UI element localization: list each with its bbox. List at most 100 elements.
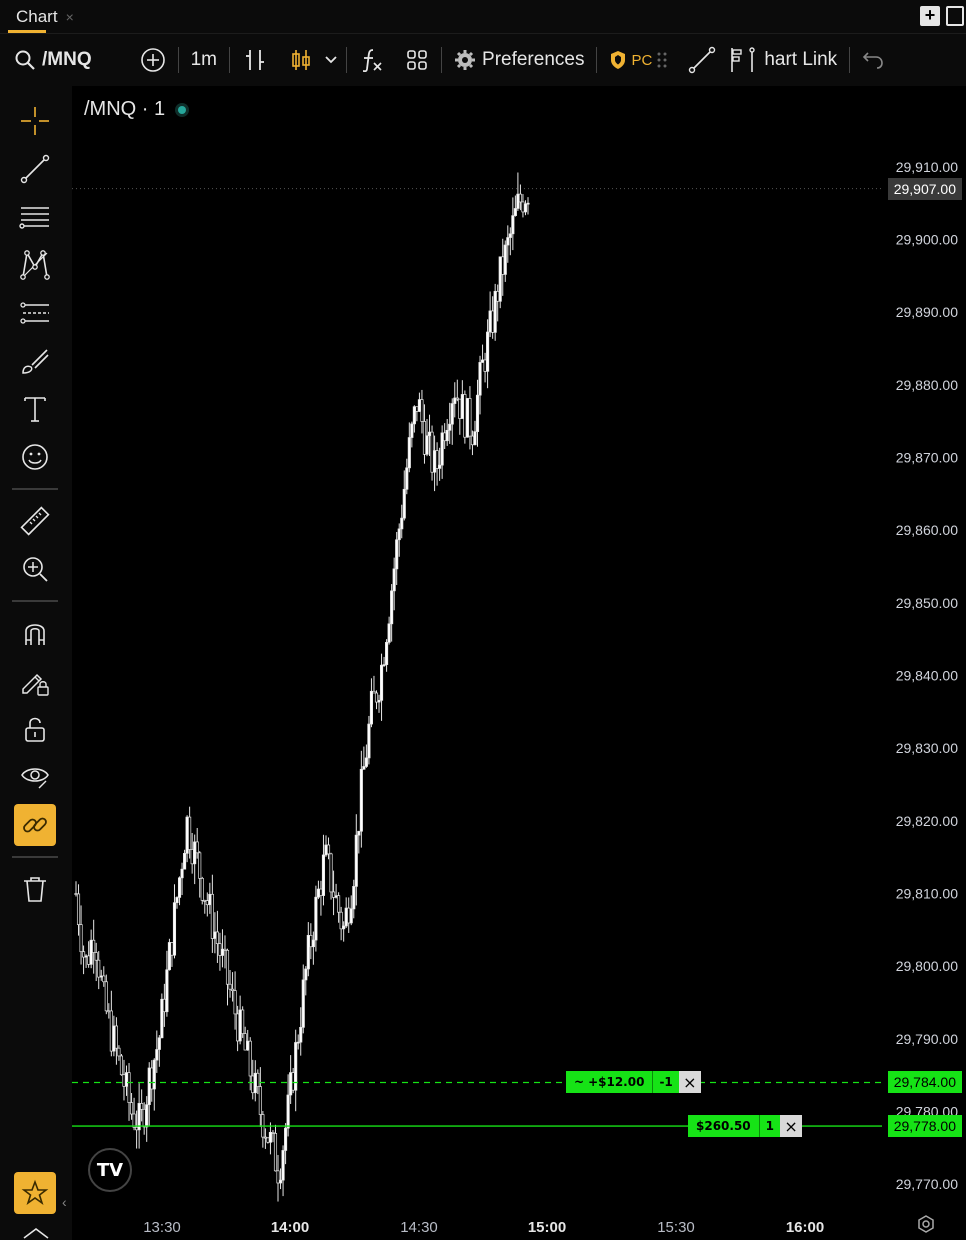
candle-body xyxy=(94,952,98,961)
zoom-tool[interactable] xyxy=(14,548,56,590)
fib-tool[interactable] xyxy=(14,196,56,238)
preferences-button[interactable]: Preferences xyxy=(444,34,594,86)
chart-link-button[interactable]: hart Link xyxy=(726,34,847,86)
symbol-search-button[interactable]: /MNQ xyxy=(10,34,102,86)
candle-body xyxy=(238,1009,242,1042)
candle-body xyxy=(299,1026,303,1043)
candle-body xyxy=(498,256,502,302)
measure-tool[interactable] xyxy=(14,500,56,542)
candle-body xyxy=(440,432,444,466)
grid-layout-icon xyxy=(407,50,427,70)
pencil-lock-icon xyxy=(22,673,49,696)
candle-body xyxy=(248,1040,252,1077)
candle-body xyxy=(281,1150,285,1181)
cancel-order-icon[interactable]: × xyxy=(678,1071,701,1094)
indicators-button[interactable] xyxy=(349,34,395,86)
text-tool[interactable] xyxy=(14,388,56,430)
tab-chart[interactable]: Chart × xyxy=(8,0,82,34)
x-tick-label: 15:00 xyxy=(528,1219,566,1236)
chart-type-dropdown[interactable] xyxy=(318,34,344,86)
collapse-sidebar-icon[interactable]: ‹ xyxy=(62,1194,67,1210)
candle-body xyxy=(445,429,449,442)
chevron-up-icon[interactable] xyxy=(22,1226,50,1240)
lock-all-tool[interactable] xyxy=(14,708,56,750)
add-tab-icon[interactable]: + xyxy=(920,6,940,26)
candle-body xyxy=(321,854,326,896)
candle-body xyxy=(397,528,401,541)
candle-body xyxy=(369,690,373,725)
emoji-tool[interactable] xyxy=(14,436,56,478)
compare-symbol-button[interactable] xyxy=(130,34,176,86)
candle-body xyxy=(417,399,421,412)
brush-tool[interactable] xyxy=(14,340,56,382)
candle-body xyxy=(130,1102,134,1115)
maximize-icon[interactable] xyxy=(946,6,964,26)
delete-tool[interactable] xyxy=(14,868,56,910)
y-tick-label: 29,860.00 xyxy=(896,522,958,538)
chart-link-label: hart Link xyxy=(764,49,838,70)
candle-body xyxy=(349,908,353,924)
y-tick-label: 29,820.00 xyxy=(896,813,958,829)
candle-body xyxy=(205,900,209,906)
candle-body xyxy=(84,955,88,958)
pc-button[interactable]: PC xyxy=(599,34,678,86)
tradingview-logo[interactable]: TV xyxy=(88,1148,132,1192)
candle-body xyxy=(112,1025,116,1052)
bar-style-button[interactable] xyxy=(232,34,278,86)
crosshair-icon xyxy=(21,107,49,135)
zoom-in-icon xyxy=(23,557,48,582)
toolbar-divider xyxy=(229,47,231,73)
candle-body xyxy=(170,942,174,956)
candle-body xyxy=(488,310,492,333)
drag-handle-icon[interactable]: ~ xyxy=(574,1075,584,1089)
interval-button[interactable]: 1m xyxy=(181,34,227,86)
trend-line-tool-button[interactable] xyxy=(678,34,726,86)
layout-button[interactable] xyxy=(395,34,439,86)
price-chart[interactable]: 29,910.00 29,900.00 29,890.00 29,880.00 29,8… xyxy=(72,86,966,1240)
plus-circle-icon xyxy=(140,48,165,72)
candle-body xyxy=(210,893,214,939)
pattern-tool[interactable] xyxy=(14,244,56,286)
order-pnl[interactable]: ~ +$12.00 xyxy=(566,1071,653,1094)
order-tag[interactable]: ~ +$12.00 -1 × xyxy=(566,1071,701,1094)
order-qty[interactable]: 1 xyxy=(758,1115,781,1138)
cancel-order-icon[interactable]: × xyxy=(780,1115,803,1138)
order-qty[interactable]: -1 xyxy=(652,1071,679,1094)
favorites-tool[interactable] xyxy=(14,1172,56,1214)
candle-body xyxy=(438,464,442,469)
candle-body xyxy=(286,1094,290,1129)
candle-body xyxy=(145,1104,149,1128)
legend-title: /MNQ · 1 xyxy=(84,98,166,120)
order-pnl[interactable]: $260.50 xyxy=(688,1115,759,1138)
toolbar-divider xyxy=(177,47,179,73)
link-tool[interactable] xyxy=(14,804,56,846)
preferences-label: Preferences xyxy=(482,49,585,70)
candle-body xyxy=(104,981,108,1012)
candle-body xyxy=(253,1072,257,1094)
tab-close-icon[interactable]: × xyxy=(66,9,74,25)
order-tag[interactable]: $260.50 1 × xyxy=(688,1115,803,1138)
candle-body xyxy=(493,290,497,333)
settings-icon[interactable] xyxy=(916,1214,936,1234)
candle-body xyxy=(470,435,474,446)
candle-body xyxy=(402,488,406,519)
candle-style-button[interactable] xyxy=(278,34,318,86)
lock-drawing-tool[interactable] xyxy=(14,660,56,702)
candle-body xyxy=(150,1067,154,1090)
chart-pane[interactable]: 29,910.00 29,900.00 29,890.00 29,880.00 29,8… xyxy=(72,86,966,1240)
chart-legend[interactable]: /MNQ · 1 xyxy=(84,98,190,121)
undo-button[interactable] xyxy=(852,34,894,86)
drag-handle-icon[interactable] xyxy=(656,51,668,69)
crosshair-tool[interactable] xyxy=(14,100,56,142)
candle-body xyxy=(160,998,164,1039)
top-toolbar: /MNQ 1m Preferences PC hart Link xyxy=(0,34,966,86)
trend-line-tool[interactable] xyxy=(14,148,56,190)
visibility-tool[interactable] xyxy=(14,756,56,798)
candle-body xyxy=(480,359,485,363)
candle-body xyxy=(339,911,343,930)
projection-tool[interactable] xyxy=(14,292,56,334)
candle-body xyxy=(200,878,204,901)
magnet-tool[interactable] xyxy=(14,612,56,654)
candle-body xyxy=(491,310,495,333)
candle-body xyxy=(213,931,217,939)
